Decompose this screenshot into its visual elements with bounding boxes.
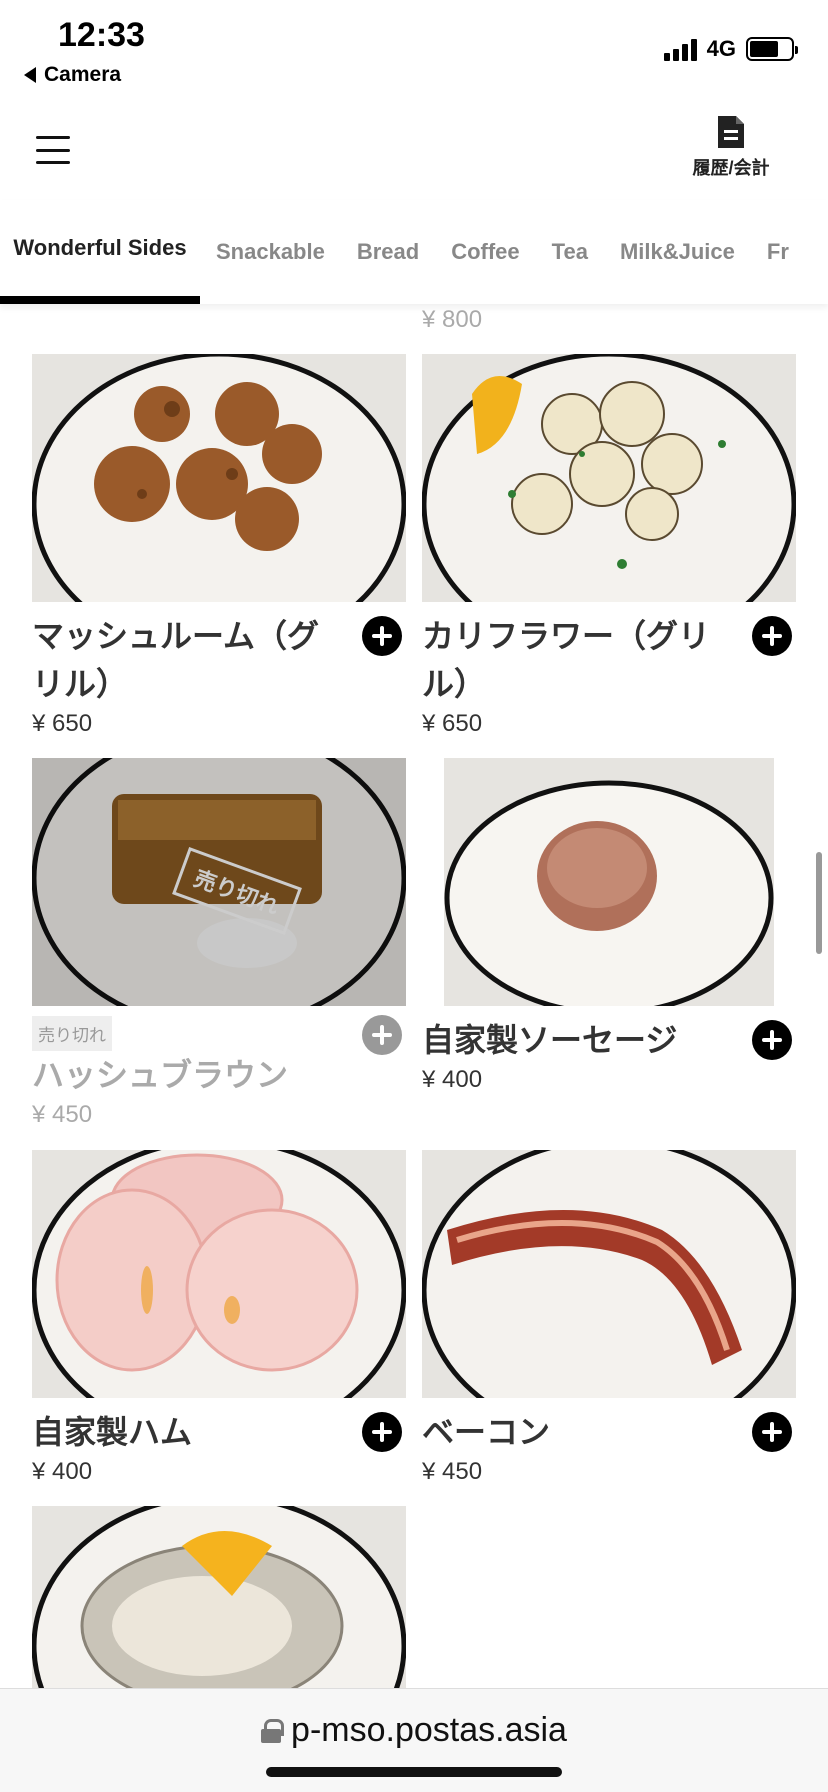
oyster-photo <box>32 1506 406 1688</box>
history-label: 履歴/会計 <box>692 158 770 178</box>
add-to-cart-button[interactable] <box>362 1412 402 1452</box>
hash-brown-photo: 売り切れ <box>32 758 406 1006</box>
item-name-row: 自家製ハム <box>32 1408 406 1456</box>
sold-out-badge: 売り切れ <box>32 1016 112 1051</box>
signal-icon <box>663 37 697 61</box>
network-type: 4G <box>706 36 736 61</box>
tab-bread[interactable]: Bread <box>341 239 435 265</box>
item-name: カリフラワー（グリル） <box>422 618 711 702</box>
item-name-row: ハッシュブラウン <box>32 1015 406 1099</box>
app-header: 履歴/会計 <box>0 100 828 200</box>
back-to-camera-button[interactable]: Camera <box>24 63 121 87</box>
item-name: ベーコン <box>422 1414 551 1450</box>
menu-item-card[interactable]: マッシュルーム（グリル） ¥ 650 <box>32 354 406 738</box>
bacon-photo <box>422 1150 796 1398</box>
lock-icon <box>261 1718 285 1743</box>
menu-item-card[interactable]: 売り切れ 売り切れ ハッシュブラウン ¥ 450 <box>32 758 406 1129</box>
item-name-row: カリフラワー（グリル） <box>422 612 796 708</box>
add-to-cart-button[interactable] <box>752 1412 792 1452</box>
battery-icon <box>746 37 798 61</box>
item-name: マッシュルーム（グリル） <box>32 618 320 702</box>
status-indicators: 4G <box>663 36 798 62</box>
sold-out-stamp: 売り切れ <box>172 846 302 936</box>
item-name: 自家製ハム <box>32 1414 193 1450</box>
tab-coffee[interactable]: Coffee <box>435 239 535 265</box>
menu-item-card[interactable]: ベーコン ¥ 450 <box>422 1150 796 1486</box>
document-icon <box>718 116 744 148</box>
menu-grid: ¥ 800 マッシュルーム（グリル） ¥ 650 カリフラワー（グリル） ¥ 6… <box>0 304 828 1688</box>
tab-tea[interactable]: Tea <box>536 239 604 265</box>
homemade-sausage-photo <box>422 758 796 1006</box>
menu-item-card[interactable]: 自家製ハム ¥ 400 <box>32 1150 406 1486</box>
menu-item-card[interactable] <box>32 1506 406 1688</box>
item-name-row: 自家製ソーセージ <box>422 1016 796 1064</box>
status-time: 12:33 <box>58 16 145 54</box>
item-price: ¥ 450 <box>422 1458 483 1485</box>
previous-item-price: ¥ 800 <box>422 306 483 333</box>
item-price: ¥ 450 <box>32 1101 93 1128</box>
grilled-cauliflower-photo <box>422 354 796 602</box>
tab-fr[interactable]: Fr <box>751 239 805 265</box>
back-arrow-icon <box>24 67 36 83</box>
history-checkout-button[interactable]: 履歴/会計 <box>686 114 776 180</box>
home-indicator[interactable] <box>266 1767 562 1777</box>
item-name-row: マッシュルーム（グリル） <box>32 612 406 708</box>
homemade-ham-photo <box>32 1150 406 1398</box>
item-price: ¥ 400 <box>32 1458 93 1485</box>
status-bar: 12:33 Camera 4G <box>0 0 828 100</box>
item-price: ¥ 400 <box>422 1066 483 1093</box>
item-name-row: ベーコン <box>422 1408 796 1456</box>
tab-milk-juice[interactable]: Milk&Juice <box>604 239 751 265</box>
menu-item-card[interactable]: 自家製ソーセージ ¥ 400 <box>422 758 796 1094</box>
item-price: ¥ 650 <box>422 710 483 737</box>
grilled-mushrooms-photo <box>32 354 406 602</box>
add-to-cart-button[interactable] <box>752 616 792 656</box>
browser-url-bar: p-mso.postas.asia <box>0 1688 828 1792</box>
item-name: ハッシュブラウン <box>32 1057 289 1093</box>
add-to-cart-button-disabled <box>362 1015 402 1055</box>
item-name: 自家製ソーセージ <box>422 1022 678 1058</box>
item-price: ¥ 650 <box>32 710 93 737</box>
menu-item-card[interactable]: カリフラワー（グリル） ¥ 650 <box>422 354 796 738</box>
hamburger-menu-icon[interactable] <box>36 136 70 164</box>
address-field[interactable]: p-mso.postas.asia <box>0 1711 828 1750</box>
category-tabs: Wonderful Sides Snackable Bread Coffee T… <box>0 200 828 304</box>
scrollbar[interactable] <box>816 852 822 954</box>
url-text: p-mso.postas.asia <box>291 1711 567 1749</box>
tab-snackable[interactable]: Snackable <box>200 239 341 265</box>
add-to-cart-button[interactable] <box>752 1020 792 1060</box>
back-label: Camera <box>44 63 122 86</box>
tab-wonderful-sides[interactable]: Wonderful Sides <box>0 200 200 304</box>
add-to-cart-button[interactable] <box>362 616 402 656</box>
